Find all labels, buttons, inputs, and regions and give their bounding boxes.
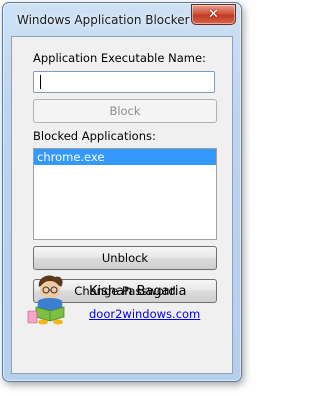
author-name: Kishan Bagaria <box>89 284 187 299</box>
exe-name-label: Application Executable Name: <box>33 51 206 65</box>
window-title: Windows Application Blocker <box>17 13 190 27</box>
block-button[interactable]: Block <box>33 99 217 123</box>
title-bar[interactable]: Windows Application Blocker ✕ <box>3 3 241 37</box>
unblock-button[interactable]: Unblock <box>33 246 217 270</box>
exe-name-input[interactable] <box>33 71 215 93</box>
close-icon: ✕ <box>208 7 219 22</box>
close-button[interactable]: ✕ <box>191 4 236 25</box>
mascot-reading-icon <box>27 275 65 325</box>
text-caret <box>40 75 41 89</box>
blocked-apps-label: Blocked Applications: <box>33 129 156 143</box>
list-item[interactable]: chrome.exe <box>34 149 216 165</box>
blocked-apps-list[interactable]: chrome.exe <box>33 148 217 240</box>
author-website-link[interactable]: door2windows.com <box>89 307 200 321</box>
app-window: Windows Application Blocker ✕ Applicatio… <box>2 2 242 382</box>
